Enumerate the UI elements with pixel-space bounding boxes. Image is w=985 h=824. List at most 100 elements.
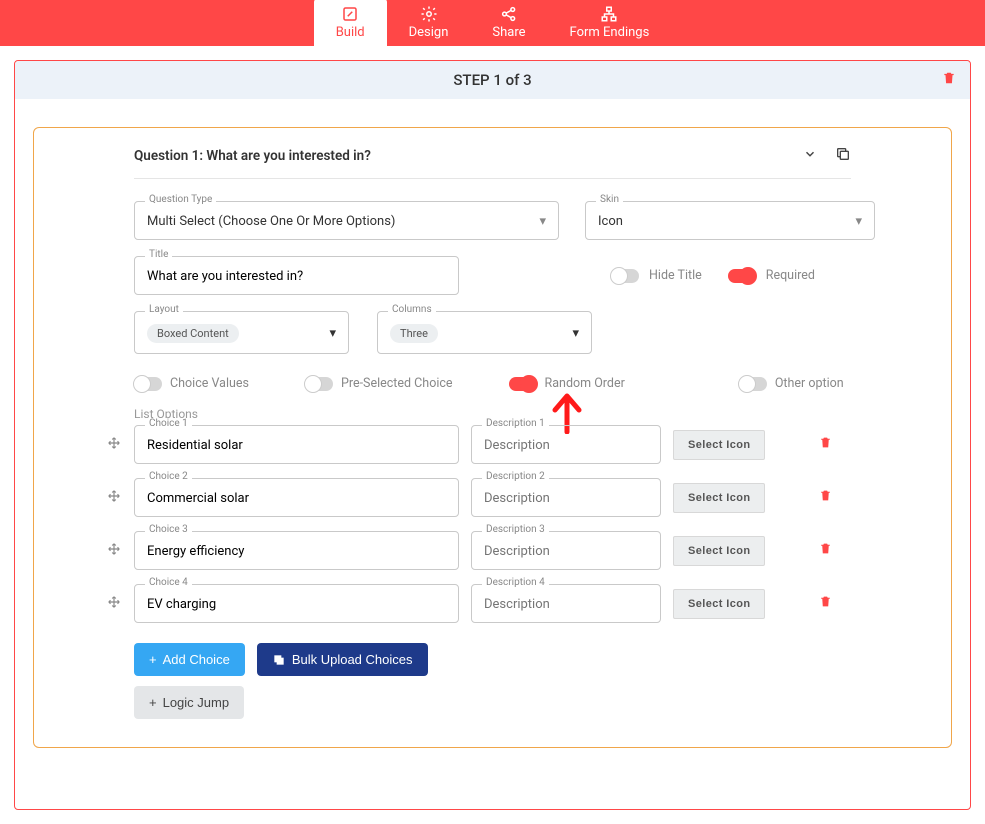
description-field[interactable]: Description 1	[471, 425, 661, 464]
move-icon	[107, 542, 121, 556]
hide-title-label: Hide Title	[649, 268, 702, 283]
plus-icon: +	[149, 652, 157, 667]
select-icon-button[interactable]: Select Icon	[673, 589, 765, 619]
move-icon	[107, 489, 121, 503]
share-icon	[500, 5, 518, 23]
caret-down-icon: ▾	[329, 326, 336, 341]
description-field[interactable]: Description 2	[471, 478, 661, 517]
tab-build[interactable]: Build	[314, 0, 387, 46]
description-input[interactable]	[484, 544, 648, 559]
choice-label: Choice 4	[145, 577, 192, 588]
trash-icon	[942, 70, 956, 86]
choice-input[interactable]	[147, 491, 446, 506]
collapse-button[interactable]	[803, 147, 817, 165]
question-type-value: Multi Select (Choose One Or More Options…	[147, 214, 395, 229]
trash-icon	[819, 435, 832, 450]
other-option-toggle[interactable]: Other option	[739, 376, 844, 391]
choice-input[interactable]	[147, 438, 446, 453]
add-choice-label: Add Choice	[163, 652, 230, 667]
required-toggle[interactable]: Required	[728, 268, 815, 283]
columns-select[interactable]: Columns Three ▾	[377, 311, 592, 354]
description-input[interactable]	[484, 438, 648, 453]
tab-share[interactable]: Share	[470, 1, 547, 46]
step-title: STEP 1 of 3	[29, 71, 956, 89]
chevron-down-icon	[803, 147, 817, 161]
question-type-select[interactable]: Question Type Multi Select (Choose One O…	[134, 201, 559, 240]
gear-icon	[420, 5, 438, 23]
drag-handle[interactable]	[106, 542, 122, 560]
caret-down-icon: ▾	[855, 214, 862, 229]
description-input[interactable]	[484, 597, 648, 612]
bulk-upload-label: Bulk Upload Choices	[292, 652, 413, 667]
bulk-upload-button[interactable]: Bulk Upload Choices	[257, 643, 428, 676]
skin-label: Skin	[596, 194, 623, 205]
choice-label: Choice 2	[145, 471, 192, 482]
description-field[interactable]: Description 4	[471, 584, 661, 623]
upload-icon	[272, 653, 286, 667]
description-input[interactable]	[484, 491, 648, 506]
trash-icon	[819, 541, 832, 556]
delete-choice-button[interactable]	[819, 541, 832, 560]
description-label: Description 1	[482, 418, 549, 429]
tab-share-label: Share	[492, 25, 525, 40]
choice-label: Choice 3	[145, 524, 192, 535]
skin-select[interactable]: Skin Icon ▾	[585, 201, 875, 240]
description-label: Description 2	[482, 471, 549, 482]
title-label: Title	[145, 249, 172, 260]
choice-field[interactable]: Choice 3	[134, 531, 459, 570]
question-type-label: Question Type	[145, 194, 216, 205]
form-builder-page: STEP 1 of 3 Question 1: What are you int…	[14, 60, 971, 810]
random-order-label: Random Order	[545, 376, 625, 391]
trash-icon	[819, 594, 832, 609]
delete-step-button[interactable]	[942, 70, 956, 90]
random-order-toggle[interactable]: Random Order	[509, 376, 625, 391]
choice-field[interactable]: Choice 1	[134, 425, 459, 464]
choice-row: Choice 4 Description 4 Select Icon	[134, 584, 851, 623]
question-card: Question 1: What are you interested in? …	[33, 127, 952, 748]
title-field[interactable]: Title	[134, 256, 459, 295]
other-option-label: Other option	[775, 376, 844, 391]
select-icon-button[interactable]: Select Icon	[673, 536, 765, 566]
drag-handle[interactable]	[106, 436, 122, 454]
logic-jump-button[interactable]: + Logic Jump	[134, 686, 244, 719]
sitemap-icon	[600, 5, 618, 23]
choice-input[interactable]	[147, 597, 446, 612]
title-input[interactable]	[147, 269, 446, 284]
step-bar: STEP 1 of 3	[15, 61, 970, 99]
description-field[interactable]: Description 3	[471, 531, 661, 570]
layout-select[interactable]: Layout Boxed Content ▾	[134, 311, 349, 354]
choice-row: Choice 2 Description 2 Select Icon	[134, 478, 851, 517]
tab-design[interactable]: Design	[387, 1, 471, 46]
drag-handle[interactable]	[106, 595, 122, 613]
columns-value: Three	[390, 324, 438, 343]
copy-icon	[835, 146, 851, 162]
select-icon-button[interactable]: Select Icon	[673, 483, 765, 513]
tab-form-endings[interactable]: Form Endings	[548, 1, 672, 46]
choice-field[interactable]: Choice 4	[134, 584, 459, 623]
select-icon-button[interactable]: Select Icon	[673, 430, 765, 460]
skin-value: Icon	[598, 214, 623, 229]
choice-field[interactable]: Choice 2	[134, 478, 459, 517]
preselected-label: Pre-Selected Choice	[341, 376, 453, 391]
choice-input[interactable]	[147, 544, 446, 559]
hide-title-toggle[interactable]: Hide Title	[611, 268, 702, 283]
choice-values-toggle[interactable]: Choice Values	[134, 376, 249, 391]
plus-icon: +	[149, 695, 157, 710]
choice-label: Choice 1	[145, 418, 192, 429]
delete-choice-button[interactable]	[819, 594, 832, 613]
drag-handle[interactable]	[106, 489, 122, 507]
columns-label: Columns	[388, 304, 436, 315]
question-title: Question 1: What are you interested in?	[134, 148, 803, 164]
move-icon	[107, 595, 121, 609]
caret-down-icon: ▾	[572, 326, 579, 341]
topnav: Build Design Share Form Endings	[0, 0, 985, 46]
tab-form-endings-label: Form Endings	[570, 25, 650, 40]
edit-icon	[341, 5, 359, 23]
caret-down-icon: ▾	[539, 214, 546, 229]
trash-icon	[819, 488, 832, 503]
preselected-toggle[interactable]: Pre-Selected Choice	[305, 376, 453, 391]
delete-choice-button[interactable]	[819, 488, 832, 507]
add-choice-button[interactable]: + Add Choice	[134, 643, 245, 676]
duplicate-button[interactable]	[835, 146, 851, 166]
delete-choice-button[interactable]	[819, 435, 832, 454]
